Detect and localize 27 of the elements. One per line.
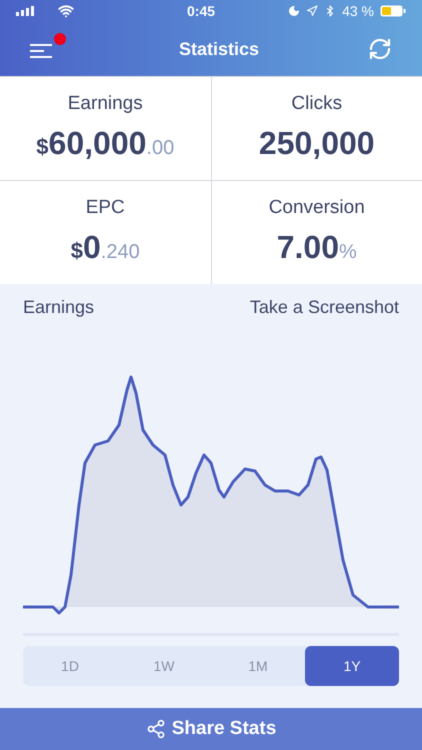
battery-icon <box>380 5 406 17</box>
refresh-icon <box>368 37 392 61</box>
battery-percent: 43 % <box>342 2 374 20</box>
stat-label: EPC <box>86 196 125 220</box>
chart-title: Earnings <box>23 296 94 319</box>
status-time: 0:45 <box>187 2 216 20</box>
range-tab[interactable]: 1Y <box>305 646 399 686</box>
range-tab[interactable]: 1D <box>23 646 117 686</box>
stat-label: Earnings <box>68 92 143 116</box>
stat-value: $60,000.00 <box>36 124 174 163</box>
menu-icon <box>30 44 52 58</box>
stat-label: Conversion <box>268 196 365 220</box>
refresh-button[interactable] <box>368 37 392 61</box>
share-icon <box>146 719 166 739</box>
stat-value: 7.00% <box>276 228 357 267</box>
location-icon <box>306 5 318 17</box>
screenshot-link[interactable]: Take a Screenshot <box>250 294 399 321</box>
wifi-icon <box>58 3 74 19</box>
stat-value: $0.240 <box>70 228 140 267</box>
stat-label: Clicks <box>291 92 342 116</box>
signal-icon <box>16 6 34 16</box>
stat-value: 250,000 <box>258 124 375 163</box>
share-button[interactable]: Share Stats <box>0 708 422 750</box>
range-tab[interactable]: 1W <box>117 646 211 686</box>
screen-title: Statistics <box>178 38 260 60</box>
moon-icon <box>288 5 300 17</box>
range-tab[interactable]: 1M <box>211 646 305 686</box>
